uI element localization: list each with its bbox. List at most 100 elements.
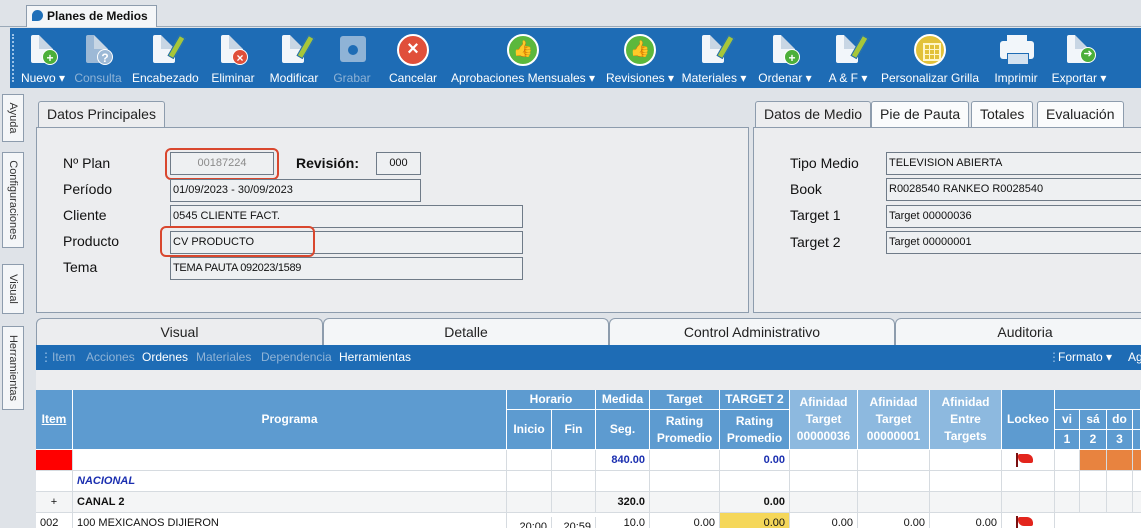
row-programa: 100 MEXICANOS DIJIERON (73, 513, 507, 528)
encabezado-button[interactable]: Encabezado (132, 33, 199, 87)
canal-day-2 (1080, 492, 1107, 512)
producto-highlight (160, 226, 315, 257)
nplan-highlight (165, 148, 279, 180)
summary-row[interactable]: 840.00 0.00 (36, 450, 1141, 471)
header-rating-promedio[interactable]: Rating Promedio (650, 410, 720, 450)
tab-auditoria[interactable]: Auditoria (895, 318, 1141, 345)
menu-formato[interactable]: Formato ▾ (1058, 350, 1112, 364)
menu-herramientas[interactable]: Herramientas (339, 350, 411, 364)
tab-detalle[interactable]: Detalle (323, 318, 609, 345)
header-seg[interactable]: Seg. (596, 410, 650, 450)
modificar-button[interactable]: Modificar (266, 33, 322, 87)
cliente-field[interactable]: 0545 CLIENTE FACT. (170, 205, 523, 228)
tab-visual[interactable]: Visual (36, 318, 323, 345)
header-days-group (1055, 390, 1141, 410)
export-icon: ➜ (1062, 33, 1096, 67)
tab-datos-principales[interactable]: Datos Principales (38, 101, 165, 128)
header-afinidad-entre-targets[interactable]: Afinidad Entre Targets (930, 390, 1002, 450)
consulta-button[interactable]: ? Consulta (72, 33, 124, 87)
thumbs-up-icon: 👍 (506, 33, 540, 67)
materiales-button[interactable]: Materiales ▾ (678, 33, 750, 87)
aprobaciones-button[interactable]: 👍 Aprobaciones Mensuales ▾ (450, 33, 596, 87)
tab-evaluacion[interactable]: Evaluación (1037, 101, 1124, 128)
nuevo-button[interactable]: + Nuevo ▾ (20, 33, 66, 87)
summary-fin (552, 450, 596, 470)
header-day-num-1: 1 (1055, 430, 1080, 450)
ayf-button[interactable]: A & F ▾ (824, 33, 872, 87)
header-day-sa[interactable]: sá (1080, 410, 1107, 430)
document-tab[interactable]: Planes de Medios (26, 5, 157, 27)
row-lockeo[interactable] (1002, 513, 1055, 528)
canal-afin2 (858, 492, 930, 512)
tab-totales[interactable]: Totales (971, 101, 1034, 128)
header-afinidad-target-2[interactable]: Afinidad Target 00000001 (858, 390, 930, 450)
header-lockeo[interactable]: Lockeo (1002, 390, 1055, 450)
app-window: Planes de Medios + Nuevo ▾ ? Consulta En… (0, 0, 1141, 528)
tema-field[interactable]: TEMA PAUTA 092023/1589 (170, 257, 523, 280)
header-inicio[interactable]: Inicio (507, 410, 552, 450)
menu-ordenes[interactable]: Ordenes (142, 350, 188, 364)
eliminar-button[interactable]: × Eliminar (208, 33, 258, 87)
header-day-do[interactable]: do (1107, 410, 1133, 430)
tipo-medio-label: Tipo Medio (790, 155, 859, 171)
canal-rating2: 0.00 (720, 492, 790, 512)
edit-header-icon (148, 33, 186, 67)
ayf-edit-icon (831, 33, 869, 67)
personalizar-grilla-button[interactable]: Personalizar Grilla (878, 33, 982, 87)
summary-lockeo[interactable] (1002, 450, 1055, 470)
canal-day-1 (1055, 492, 1080, 512)
summary-day-3[interactable] (1107, 450, 1133, 470)
menu-item[interactable]: Item (52, 350, 75, 364)
table-row[interactable]: 002 100 MEXICANOS DIJIERON 20:00 20:59 1… (36, 513, 1141, 528)
canal-fin (552, 492, 596, 512)
row-rating2[interactable]: 0.00 (720, 513, 790, 528)
side-tab-configuraciones[interactable]: Configuraciones (2, 152, 24, 248)
tab-datos-de-medio[interactable]: Datos de Medio (755, 101, 872, 128)
target2-field[interactable]: Target 00000001 (886, 231, 1141, 254)
header-horario: Horario (507, 390, 596, 410)
revisiones-button[interactable]: 👍 Revisiones ▾ (600, 33, 680, 87)
side-tab-visual[interactable]: Visual (2, 264, 24, 314)
canal-afin3 (930, 492, 1002, 512)
canal-expander[interactable]: + (36, 492, 73, 512)
tipo-medio-field[interactable]: TELEVISION ABIERTA (886, 152, 1141, 175)
summary-day-2[interactable] (1080, 450, 1107, 470)
row-fin: 20:59 (552, 517, 596, 528)
side-tab-herramientas[interactable]: Herramientas (2, 326, 24, 410)
programs-grid: Item Programa Horario Inicio Fin Medida … (36, 370, 1141, 528)
row-rating: 0.00 (650, 513, 720, 528)
imprimir-button[interactable]: Imprimir (988, 33, 1044, 87)
side-tab-ayuda[interactable]: Ayuda (2, 94, 24, 142)
new-order-icon: + (768, 33, 802, 67)
group-rating2 (720, 471, 790, 491)
exportar-button[interactable]: ➜ Exportar ▾ (1046, 33, 1112, 87)
grid-top-pad (36, 370, 1141, 390)
menu-dependencia[interactable]: Dependencia (261, 350, 332, 364)
tab-control-administrativo[interactable]: Control Administrativo (609, 318, 895, 345)
menu-acciones[interactable]: Acciones (86, 350, 135, 364)
row-inicio: 20:00 (507, 517, 552, 528)
toolbar-grip[interactable] (12, 34, 15, 82)
header-rating-promedio-2[interactable]: Rating Promedio (720, 410, 790, 450)
header-fin[interactable]: Fin (552, 410, 596, 450)
menu-materiales[interactable]: Materiales (196, 350, 251, 364)
grabar-button[interactable]: Grabar (328, 33, 376, 87)
revision-field[interactable]: 000 (376, 152, 421, 175)
menu-agrupar[interactable]: Agr (1128, 350, 1141, 364)
header-afinidad-target-1[interactable]: Afinidad Target 00000036 (790, 390, 858, 450)
summary-programa (73, 450, 507, 470)
canal-row[interactable]: + CANAL 2 320.0 0.00 (36, 492, 1141, 513)
ordenar-button[interactable]: + Ordenar ▾ (754, 33, 816, 87)
red-flag-icon (1016, 453, 1034, 467)
periodo-field[interactable]: 01/09/2023 - 30/09/2023 (170, 179, 421, 202)
group-row[interactable]: NACIONAL (36, 471, 1141, 492)
tab-pie-de-pauta[interactable]: Pie de Pauta (871, 101, 970, 128)
header-item[interactable]: Item (36, 390, 73, 450)
cancelar-button[interactable]: × Cancelar (384, 33, 442, 87)
header-day-vi[interactable]: vi (1055, 410, 1080, 430)
book-field[interactable]: R0028540 RANKEO R0028540 (886, 178, 1141, 201)
row-item: 002 (36, 513, 73, 528)
query-document-icon: ? (81, 33, 115, 67)
header-programa[interactable]: Programa (73, 390, 507, 450)
target1-field[interactable]: Target 00000036 (886, 205, 1141, 228)
